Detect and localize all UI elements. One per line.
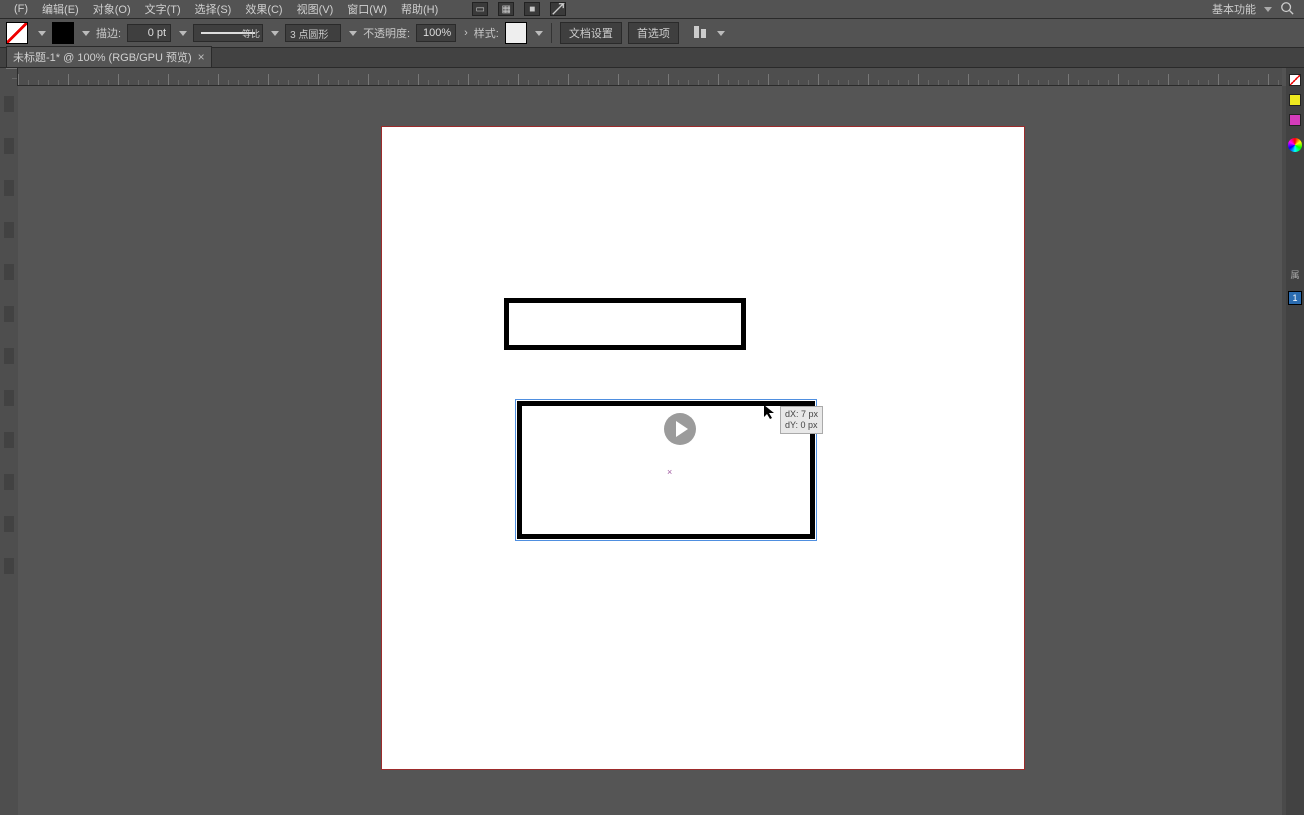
graphic-style-swatch[interactable] <box>505 22 527 44</box>
stroke-weight-input[interactable] <box>127 24 171 42</box>
document-tab-title: 未标题-1* @ 100% (RGB/GPU 预览) <box>13 49 192 65</box>
opacity-label: 不透明度: <box>363 25 410 41</box>
panel-tab[interactable] <box>4 96 14 112</box>
panel-tab[interactable] <box>4 516 14 532</box>
rectangle-shape-1[interactable] <box>504 298 746 350</box>
workspace-switcher[interactable]: 基本功能 <box>1212 1 1256 17</box>
play-icon <box>676 421 688 437</box>
menu-window[interactable]: 窗口(W) <box>343 0 391 18</box>
opacity-input[interactable] <box>416 24 456 42</box>
smart-guide-dx: dX: 7 px <box>785 409 818 420</box>
color-wheel-icon[interactable] <box>1288 138 1302 152</box>
menu-select[interactable]: 选择(S) <box>191 0 236 18</box>
brush-profile-dropdown[interactable]: 3 点圆形 <box>285 24 341 42</box>
gpu-icon[interactable]: ■ <box>524 2 540 16</box>
color-swatch-yellow-icon[interactable] <box>1289 94 1301 106</box>
center-point-marker: × <box>667 467 672 477</box>
stroke-style-label: 等比 <box>242 27 260 40</box>
play-button-overlay[interactable] <box>664 413 696 445</box>
panel-tab[interactable] <box>4 348 14 364</box>
panel-tab[interactable] <box>4 390 14 406</box>
panel-label[interactable]: 属 <box>1289 270 1302 279</box>
opacity-arrow-icon[interactable]: › <box>464 27 468 39</box>
brush-profile-label: 3 点圆形 <box>290 26 328 41</box>
smart-guide-tooltip: dX: 7 px dY: 0 px <box>780 406 823 434</box>
color-swatch-magenta-icon[interactable] <box>1289 114 1301 126</box>
preferences-button[interactable]: 首选项 <box>628 22 679 44</box>
stroke-style-dropdown[interactable]: 等比 <box>193 24 263 42</box>
panel-tab[interactable] <box>4 432 14 448</box>
menu-view[interactable]: 视图(V) <box>293 0 338 18</box>
menu-edit[interactable]: 编辑(E) <box>38 0 83 18</box>
smart-guide-dy: dY: 0 px <box>785 420 818 431</box>
menu-file[interactable]: (F) <box>10 2 32 16</box>
fill-swatch[interactable] <box>6 22 28 44</box>
share-icon[interactable] <box>550 2 566 16</box>
separator <box>551 23 552 43</box>
menu-bar: (F) 编辑(E) 对象(O) 文字(T) 选择(S) 效果(C) 视图(V) … <box>0 0 1304 18</box>
style-label: 样式: <box>474 25 499 41</box>
menu-object[interactable]: 对象(O) <box>89 0 135 18</box>
chevron-down-icon <box>1264 7 1272 12</box>
search-icon[interactable] <box>1280 1 1294 18</box>
chevron-down-icon <box>271 31 279 36</box>
canvas[interactable]: × dX: 7 px dY: 0 px <box>18 86 1282 815</box>
stroke-label: 描边: <box>96 25 121 41</box>
chevron-down-icon <box>717 31 725 36</box>
align-icon[interactable] <box>691 23 709 44</box>
chevron-down-icon <box>38 31 46 36</box>
panel-tab[interactable] <box>4 222 14 238</box>
panel-tab[interactable] <box>4 306 14 322</box>
chevron-down-icon <box>82 31 90 36</box>
panel-tab[interactable] <box>4 180 14 196</box>
menu-quick-icons: ▭ ▦ ■ <box>472 2 566 16</box>
cursor-arrow-icon <box>763 404 779 423</box>
document-tab[interactable]: 未标题-1* @ 100% (RGB/GPU 预览) × <box>6 46 212 67</box>
document-setup-button[interactable]: 文档设置 <box>560 22 622 44</box>
panel-tab[interactable] <box>4 474 14 490</box>
panel-tab[interactable] <box>4 558 14 574</box>
screen-mode-icon[interactable]: ▭ <box>472 2 488 16</box>
arrange-docs-icon[interactable]: ▦ <box>498 2 514 16</box>
chevron-down-icon <box>535 31 543 36</box>
options-bar: 描边: 等比 3 点圆形 不透明度: › 样式: 文档设置 首选项 <box>0 18 1304 48</box>
chevron-down-icon <box>179 31 187 36</box>
panel-tab[interactable] <box>4 264 14 280</box>
menu-type[interactable]: 文字(T) <box>141 0 185 18</box>
stroke-swatch[interactable] <box>52 22 74 44</box>
panel-badge[interactable]: 1 <box>1288 291 1302 305</box>
document-tab-strip: 未标题-1* @ 100% (RGB/GPU 预览) × <box>0 48 1304 68</box>
right-panel-strip: 属 1 <box>1286 68 1304 815</box>
menu-help[interactable]: 帮助(H) <box>397 0 442 18</box>
fill-none-swatch-icon[interactable] <box>1289 74 1301 86</box>
menu-effect[interactable]: 效果(C) <box>241 0 286 18</box>
left-panel-tabs <box>0 86 18 815</box>
panel-tab[interactable] <box>4 138 14 154</box>
chevron-down-icon <box>349 31 357 36</box>
horizontal-ruler[interactable] <box>18 68 1282 86</box>
close-icon[interactable]: × <box>198 50 205 64</box>
